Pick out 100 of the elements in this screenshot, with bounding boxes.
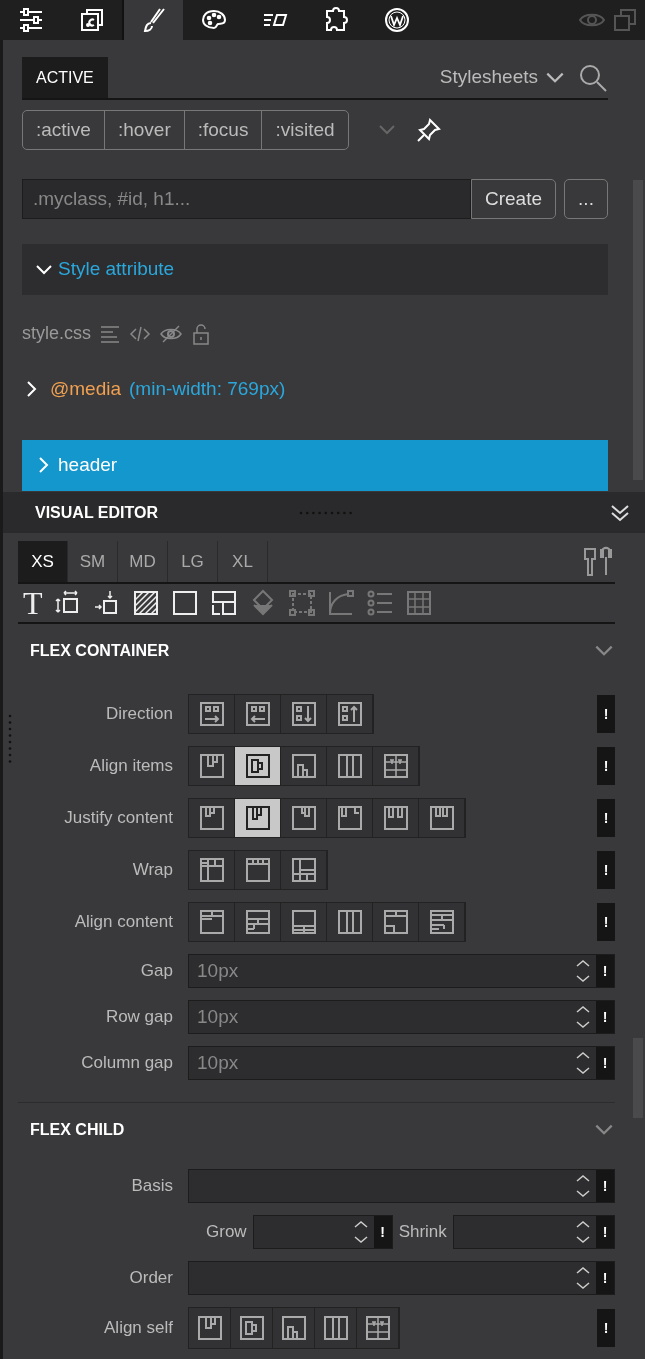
option-button[interactable] <box>327 903 373 941</box>
grid-icon[interactable] <box>404 589 433 617</box>
option-group[interactable] <box>188 746 420 786</box>
number-field[interactable]: ! <box>188 1261 615 1295</box>
pseudo-class-button[interactable]: :active <box>23 111 105 149</box>
section-title: FLEX CHILD <box>30 1119 125 1140</box>
field-label: Align self <box>103 1317 174 1340</box>
important-button[interactable]: ! <box>596 1047 614 1079</box>
option-button[interactable] <box>273 1308 315 1348</box>
important-button[interactable]: ! <box>597 799 615 837</box>
square-icon[interactable] <box>170 589 199 617</box>
option-button[interactable] <box>235 799 281 837</box>
important-button[interactable]: ! <box>596 1170 614 1202</box>
option-button[interactable] <box>281 903 327 941</box>
option-button[interactable] <box>231 1308 273 1348</box>
important-button[interactable]: ! <box>597 747 615 785</box>
important-button[interactable]: ! <box>596 1001 614 1033</box>
important-button[interactable]: ! <box>596 1216 614 1248</box>
number-field[interactable]: 10px ! <box>188 1046 615 1080</box>
option-button[interactable] <box>419 799 465 837</box>
important-button[interactable]: ! <box>597 903 615 941</box>
option-button[interactable] <box>327 799 373 837</box>
text-tool-button[interactable]: T <box>23 588 43 618</box>
rule-row[interactable]: Style attribute <box>22 244 608 295</box>
search-icon[interactable] <box>578 62 608 93</box>
important-button[interactable]: ! <box>596 955 614 987</box>
option-button[interactable] <box>235 695 281 733</box>
pseudo-class-button[interactable]: :visited <box>262 111 348 149</box>
selector-input[interactable]: .myclass, #id, h1... <box>22 179 471 219</box>
option-button[interactable] <box>419 903 465 941</box>
breakpoint-tab[interactable]: XS <box>18 541 68 582</box>
pseudo-class-button[interactable]: :hover <box>104 111 185 149</box>
option-button[interactable] <box>235 747 281 785</box>
breakpoint-tab[interactable]: XL <box>218 541 268 582</box>
option-button[interactable] <box>315 1308 357 1348</box>
stylesheets-dropdown[interactable]: Stylesheets <box>439 63 566 92</box>
field-label: Shrink <box>398 1221 447 1244</box>
number-field[interactable]: 10px ! <box>188 954 615 988</box>
field-label: Align content <box>73 911 174 934</box>
option-button[interactable] <box>281 851 327 889</box>
flex-layout-icon <box>197 856 226 884</box>
option-button[interactable] <box>373 799 419 837</box>
create-button[interactable]: Create <box>470 179 556 219</box>
breakpoint-tab[interactable]: SM <box>68 541 118 582</box>
important-button[interactable]: ! <box>597 851 615 889</box>
flex-layout-icon <box>243 752 272 780</box>
resize-handle-icon[interactable] <box>298 510 354 515</box>
important-button[interactable]: ! <box>596 1262 614 1294</box>
option-button[interactable] <box>327 747 373 785</box>
option-group[interactable] <box>188 1307 400 1349</box>
panel-title: VISUAL EDITOR <box>35 502 158 523</box>
toolbar-tab[interactable] <box>122 0 183 40</box>
number-field[interactable]: ! <box>452 1215 615 1249</box>
lock-icon[interactable] <box>191 322 211 345</box>
option-group[interactable] <box>188 902 466 942</box>
flex-layout-icon <box>197 908 226 936</box>
option-button[interactable] <box>281 799 327 837</box>
option-button[interactable] <box>189 851 235 889</box>
important-button[interactable]: ! <box>373 1216 392 1248</box>
active-tab[interactable]: ACTIVE <box>22 57 108 98</box>
flex-layout-icon <box>335 752 364 780</box>
number-field[interactable]: ! <box>188 1169 615 1203</box>
important-button[interactable]: ! <box>597 695 615 733</box>
number-field[interactable]: 10px ! <box>188 1000 615 1034</box>
layout-icon[interactable] <box>209 589 238 617</box>
important-button[interactable]: ! <box>597 1309 615 1347</box>
option-button[interactable] <box>189 1308 231 1348</box>
number-field[interactable]: ! <box>252 1215 393 1249</box>
flex-layout-icon <box>381 752 410 780</box>
option-button[interactable] <box>235 903 281 941</box>
curve-icon[interactable] <box>326 589 355 617</box>
field-label: Gap <box>139 960 174 983</box>
option-button[interactable] <box>189 903 235 941</box>
option-button[interactable] <box>373 903 419 941</box>
spacing-icon[interactable] <box>287 589 316 617</box>
option-button[interactable] <box>327 695 373 733</box>
section-title: FLEX CONTAINER <box>30 641 170 661</box>
more-button[interactable]: ... <box>564 179 608 219</box>
option-group[interactable] <box>188 850 328 890</box>
hidden-icon[interactable] <box>159 322 183 345</box>
option-button[interactable] <box>189 799 235 837</box>
breakpoint-tab[interactable]: MD <box>118 541 168 582</box>
breakpoint-tab[interactable]: LG <box>168 541 218 582</box>
option-button[interactable] <box>235 851 281 889</box>
option-button[interactable] <box>189 747 235 785</box>
field-label: Grow <box>206 1221 247 1244</box>
field-label: Wrap <box>131 859 174 882</box>
option-group[interactable] <box>188 798 466 838</box>
tools-icon[interactable] <box>581 544 615 579</box>
option-group[interactable] <box>188 694 374 734</box>
option-button[interactable] <box>373 747 419 785</box>
flex-layout-icon <box>335 804 364 832</box>
list-icon[interactable] <box>365 589 394 617</box>
option-button[interactable] <box>281 695 327 733</box>
option-button[interactable] <box>281 747 327 785</box>
flex-layout-icon <box>321 1314 350 1342</box>
hatched-square-icon[interactable] <box>131 589 160 617</box>
pseudo-class-button[interactable]: :focus <box>184 111 263 149</box>
option-button[interactable] <box>357 1308 399 1348</box>
option-button[interactable] <box>189 695 235 733</box>
